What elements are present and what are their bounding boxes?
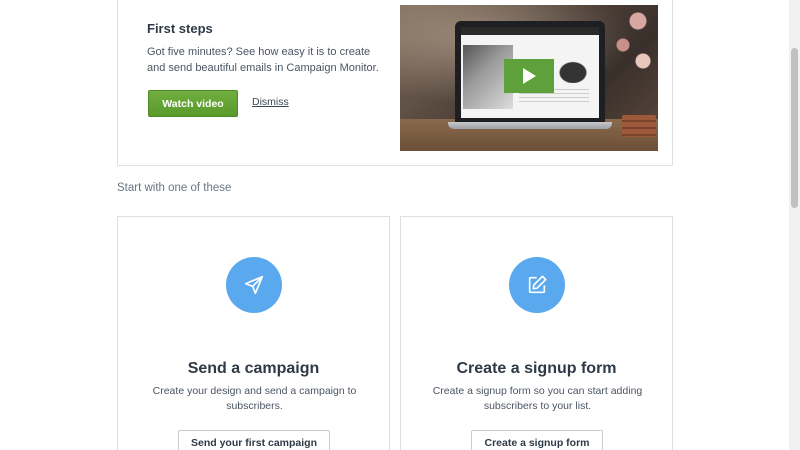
option-title: Create a signup form xyxy=(456,360,617,377)
dismiss-link[interactable]: Dismiss xyxy=(252,96,289,108)
laptop-base xyxy=(448,122,612,129)
send-first-campaign-button[interactable]: Send your first campaign xyxy=(178,430,330,450)
paper-plane-icon xyxy=(226,257,282,313)
watch-video-button[interactable]: Watch video xyxy=(148,90,238,117)
send-campaign-card: Send a campaign Create your design and s… xyxy=(117,216,390,450)
scrollbar-thumb[interactable] xyxy=(791,48,798,208)
first-steps-card: First steps Got five minutes? See how ea… xyxy=(117,0,673,166)
option-description: Create a signup form so you can start ad… xyxy=(432,385,643,412)
display-shoe xyxy=(553,57,593,83)
option-description: Create your design and send a campaign t… xyxy=(152,385,357,412)
thumbnail-flowers xyxy=(608,5,658,85)
play-button[interactable] xyxy=(504,59,554,93)
first-steps-description: Got five minutes? See how easy it is to … xyxy=(147,46,379,74)
play-icon xyxy=(523,68,536,84)
edit-form-icon xyxy=(509,257,565,313)
thumbnail-books xyxy=(622,115,656,137)
display-nav xyxy=(461,27,599,35)
create-signup-form-card: Create a signup form Create a signup for… xyxy=(400,216,673,450)
page: First steps Got five minutes? See how ea… xyxy=(0,0,800,450)
option-title: Send a campaign xyxy=(187,360,320,377)
video-thumbnail[interactable] xyxy=(400,5,658,151)
create-signup-form-button[interactable]: Create a signup form xyxy=(471,430,603,450)
first-steps-title: First steps xyxy=(147,21,213,36)
section-label: Start with one of these xyxy=(117,182,232,194)
scrollbar[interactable] xyxy=(789,0,800,450)
